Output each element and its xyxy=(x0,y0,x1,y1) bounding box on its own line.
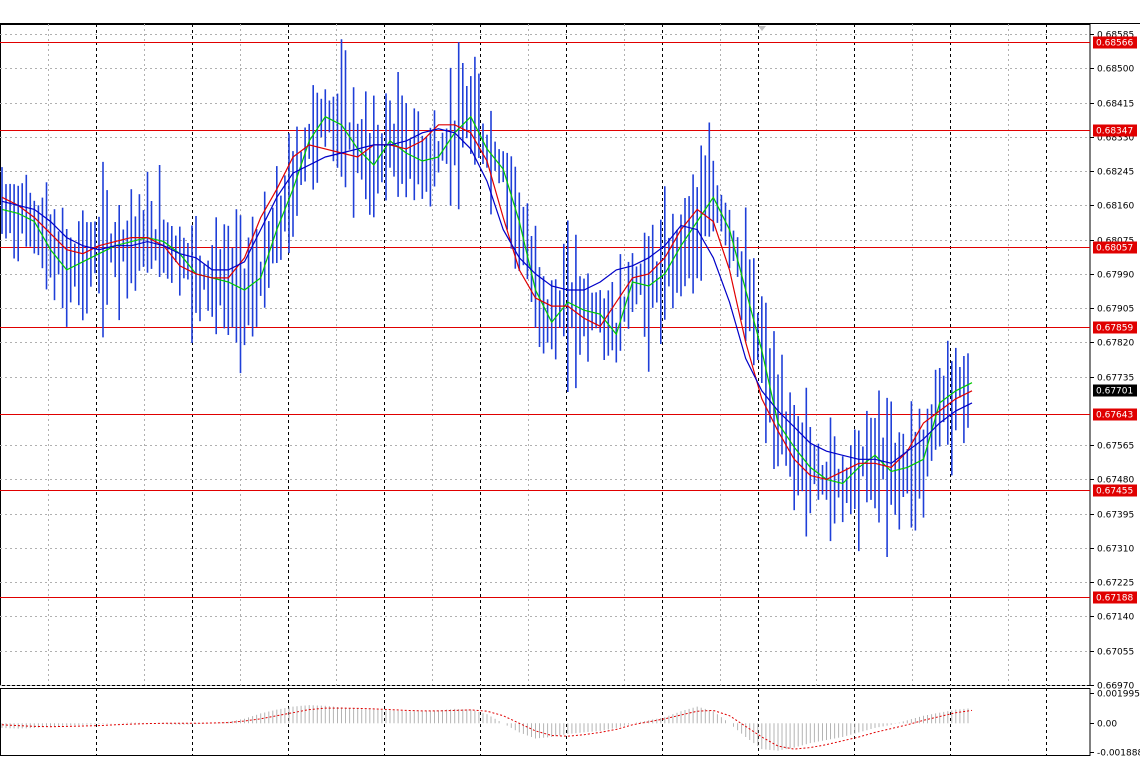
y-tick-label: 0.67820 xyxy=(1097,339,1134,349)
y-tick-label: 0.67990 xyxy=(1097,271,1134,281)
y-tick-label: 0.67225 xyxy=(1097,579,1134,589)
y-tick-label: 0.67565 xyxy=(1097,442,1134,452)
y-tick-label: 0.67055 xyxy=(1097,648,1134,658)
y-tick-label: 0.68160 xyxy=(1097,202,1134,212)
price-level-label: 0.67188 xyxy=(1096,594,1133,604)
y-tick-label: 0.67310 xyxy=(1097,545,1134,555)
y-tick-label: 0.67140 xyxy=(1097,613,1134,623)
price-level-label: 0.68057 xyxy=(1096,244,1133,254)
y-tick-label: 0.67735 xyxy=(1097,374,1134,384)
chart-window: 0.68585 0.68500 0.68415 0.68330 0.68245 0.681… xyxy=(0,0,1140,759)
sub-y-tick-label: 0.00 xyxy=(1097,720,1117,730)
y-tick-label: 0.67480 xyxy=(1097,476,1134,486)
y-tick-label: 0.68415 xyxy=(1097,100,1134,110)
main-pane-frame xyxy=(0,24,1091,686)
trading-chart: 0.685850.685000.684150.683300.682450.681… xyxy=(0,23,1140,759)
sub-pane-frame xyxy=(0,688,1091,756)
price-level-label: 0.67643 xyxy=(1096,411,1133,421)
price-level-label: 0.67859 xyxy=(1096,324,1133,334)
price-level-label: 0.67455 xyxy=(1096,487,1133,497)
y-tick-label: 0.68245 xyxy=(1097,168,1134,178)
sub-y-tick-label: 0.001995 xyxy=(1097,690,1140,700)
y-tick-label: 0.67905 xyxy=(1097,305,1134,315)
sub-y-tick-label: -0.001888 xyxy=(1097,749,1140,758)
y-tick-label: 0.68500 xyxy=(1097,65,1134,75)
current-price-label: 0.67701 xyxy=(1096,387,1133,397)
price-level-label: 0.68566 xyxy=(1096,39,1133,49)
price-level-label: 0.68347 xyxy=(1096,127,1133,137)
y-tick-label: 0.67395 xyxy=(1097,511,1134,521)
